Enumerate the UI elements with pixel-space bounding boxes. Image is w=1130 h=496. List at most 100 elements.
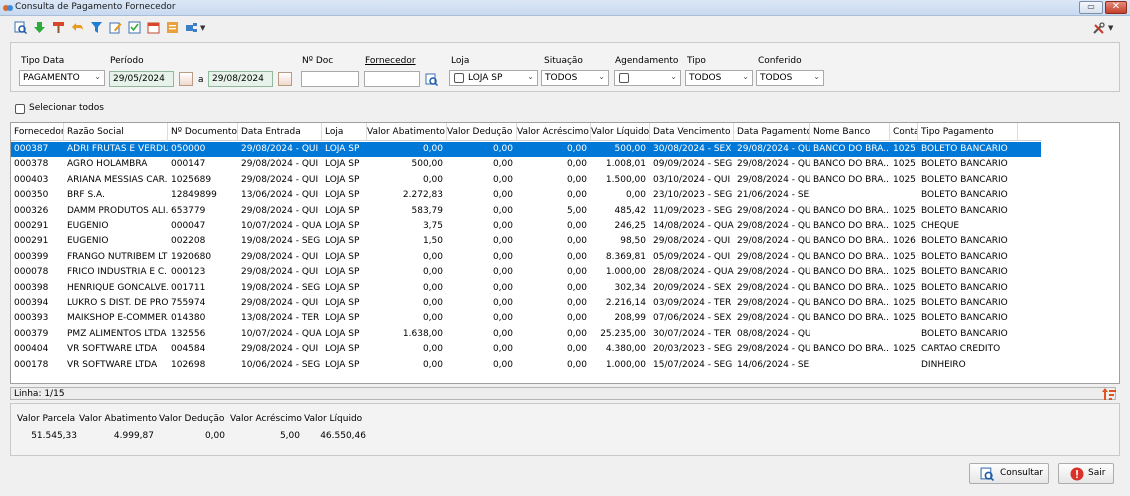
- select-all-checkbox[interactable]: [15, 104, 25, 114]
- column-header-valor-acrescimo[interactable]: Valor Acréscimo: [517, 123, 591, 141]
- payments-table[interactable]: Fornecedor Razão Social Nº Documento Data E…: [10, 122, 1120, 384]
- cell-fornecedor: 000178: [14, 359, 49, 370]
- search-icon[interactable]: [14, 21, 27, 34]
- cell-valor-abatimento: 0,00: [422, 282, 443, 293]
- table-row[interactable]: 000399 FRANGO NUTRIBEM LTDA1920680 29/08/2…: [11, 250, 1041, 265]
- table-row[interactable]: 000387 ADRI FRUTAS E VERDU... 050000 29/08/…: [11, 142, 1041, 157]
- cell-num-documento: 102698: [171, 359, 206, 370]
- table-row[interactable]: 000404 VR SOFTWARE LTDA 004584 29/08/2024 -…: [11, 342, 1041, 357]
- cell-data-vencimento: 03/09/2024 - TER: [653, 298, 732, 308]
- column-header-tipo-pagamento[interactable]: Tipo Pagamento: [918, 123, 1018, 141]
- table-row[interactable]: 000403 ARIANA MESSIAS CAR... 1025689 29/08/…: [11, 173, 1041, 188]
- calendar-icon[interactable]: [278, 72, 292, 86]
- checklist-icon[interactable]: [128, 21, 141, 34]
- cell-data-entrada: 29/08/2024 - QUI: [241, 144, 319, 154]
- search-icon[interactable]: [425, 73, 438, 86]
- agendamento-checkbox[interactable]: [619, 73, 629, 83]
- download-icon[interactable]: [33, 21, 46, 34]
- cell-data-vencimento: 03/10/2024 - QUI: [653, 174, 731, 185]
- situacao-select[interactable]: TODOS ⌄: [541, 70, 609, 86]
- plugin-icon[interactable]: [185, 21, 198, 34]
- table-row[interactable]: 000379 PMZ ALIMENTOS LTDA 132556 10/07/2024…: [11, 327, 1041, 342]
- column-header-loja[interactable]: Loja: [322, 123, 367, 141]
- cell-data-vencimento: 15/07/2024 - SEG: [653, 359, 733, 370]
- table-row[interactable]: 000378 AGRO HOLAMBRA 000147 29/08/2024 - QU…: [11, 157, 1041, 172]
- filter-icon[interactable]: [90, 21, 103, 34]
- column-header-data-vencimento[interactable]: Data Vencimento: [650, 123, 734, 141]
- column-header-valor-abatimento[interactable]: Valor Abatimento: [367, 123, 447, 141]
- tipo-data-select[interactable]: PAGAMENTO ⌄: [19, 70, 105, 86]
- loja-select[interactable]: LOJA SP ⌄: [449, 70, 538, 86]
- chevron-down-icon[interactable]: ▼: [1108, 24, 1113, 32]
- sort-icon[interactable]: [1102, 387, 1116, 401]
- table-row[interactable]: 000393 MAIKSHOP E-COMMER... 014380 13/08/20…: [11, 311, 1041, 326]
- table-row[interactable]: 000394 LUKRO S DIST. DE PRO... 755974 29/08…: [11, 296, 1041, 311]
- table-row[interactable]: 000291 EUGENIO 002208 19/08/2024 - SEG LOJA …: [11, 234, 1041, 249]
- title-bar: Consulta de Pagamento Fornecedor ▭ ✕: [0, 0, 1130, 16]
- agendamento-label: Agendamento: [615, 56, 679, 66]
- cell-valor-acrescimo: 0,00: [566, 221, 587, 231]
- cell-num-documento: 014380: [171, 313, 206, 324]
- column-header-data-entrada[interactable]: Data Entrada: [238, 123, 322, 141]
- table-row[interactable]: 000398 HENRIQUE GONCALVE... 001711 19/08/20…: [11, 281, 1041, 296]
- tools-icon[interactable]: [1092, 22, 1105, 35]
- agendamento-select[interactable]: ⌄: [614, 70, 681, 86]
- column-header-valor-liquido[interactable]: Valor Líquido: [591, 123, 650, 141]
- cell-razao-social: EUGENIO: [67, 236, 109, 247]
- cell-nome-banco: BANCO DO BRA...: [813, 236, 890, 247]
- undo-icon[interactable]: [71, 21, 84, 34]
- cell-num-documento: 004584: [171, 344, 206, 355]
- column-header-nome-banco[interactable]: Nome Banco: [810, 123, 890, 141]
- chevron-down-icon[interactable]: ▼: [200, 24, 205, 32]
- table-row[interactable]: 000291 EUGENIO 000047 10/07/2024 - QUA LOJA …: [11, 219, 1041, 234]
- cell-nome-banco: BANCO DO BRA...: [813, 221, 890, 231]
- cell-loja: LOJA SP: [325, 205, 360, 216]
- column-header-num-documento[interactable]: Nº Documento: [168, 123, 238, 141]
- num-doc-input[interactable]: [301, 71, 359, 87]
- cell-fornecedor: 000379: [14, 328, 49, 339]
- report-icon[interactable]: [166, 21, 179, 34]
- loja-checkbox[interactable]: [454, 73, 464, 83]
- cell-conta: [890, 327, 918, 342]
- table-row[interactable]: 000178 VR SOFTWARE LTDA 102698 10/06/2024 -…: [11, 358, 1041, 373]
- column-header-valor-deducao[interactable]: Valor Dedução: [447, 123, 517, 141]
- cell-data-vencimento: 29/08/2024 - QUI: [653, 236, 731, 247]
- edit-icon[interactable]: [109, 21, 122, 34]
- table-row[interactable]: 000350 BRF S.A. 12849899 13/06/2024 - QUI LO…: [11, 188, 1041, 203]
- cell-data-entrada: 10/06/2024 - SEG: [241, 359, 321, 370]
- column-header-razao-social[interactable]: Razão Social: [64, 123, 168, 141]
- restore-button[interactable]: ▭: [1079, 1, 1103, 14]
- periodo-to-field[interactable]: 29/08/2024: [208, 71, 273, 87]
- num-doc-label: Nº Doc: [302, 56, 334, 66]
- sair-button[interactable]: Sair: [1058, 463, 1114, 484]
- total-value: 46.550,46: [320, 431, 366, 441]
- column-header-conta[interactable]: Conta: [890, 123, 918, 141]
- column-header-data-pagamento[interactable]: Data Pagamento: [734, 123, 810, 141]
- consultar-button[interactable]: Consultar: [969, 463, 1049, 484]
- periodo-separator: a: [198, 75, 204, 85]
- cell-tipo-pagamento: BOLETO BANCARIO: [921, 236, 1008, 247]
- paint-icon[interactable]: [52, 21, 65, 34]
- cell-nome-banco: [810, 188, 890, 203]
- cell-valor-abatimento: 0,00: [422, 359, 443, 370]
- table-row[interactable]: 000078 FRICO INDUSTRIA E C... 000123 29/08/…: [11, 265, 1041, 280]
- calendar-icon[interactable]: [179, 72, 193, 86]
- cell-tipo-pagamento: CARTAO CREDITO: [921, 344, 1001, 355]
- cell-fornecedor: 000291: [14, 236, 49, 247]
- cell-conta: 1025: [893, 205, 916, 216]
- conferido-select[interactable]: TODOS ⌄: [756, 70, 824, 86]
- periodo-from-field[interactable]: 29/05/2024: [109, 71, 174, 87]
- calendar-icon[interactable]: [147, 21, 160, 34]
- cell-nome-banco: BANCO DO BRA...: [813, 298, 890, 308]
- cell-data-entrada: 29/08/2024 - QUI: [241, 174, 319, 185]
- column-header-fornecedor[interactable]: Fornecedor: [11, 123, 64, 141]
- cell-valor-deducao: 0,00: [492, 344, 513, 355]
- close-button[interactable]: ✕: [1105, 1, 1127, 14]
- total-value: 5,00: [279, 431, 300, 441]
- cell-valor-liquido: 2.216,14: [605, 298, 646, 308]
- fornecedor-input[interactable]: [364, 71, 420, 87]
- cell-valor-acrescimo: 0,00: [566, 174, 587, 185]
- tipo-select[interactable]: TODOS ⌄: [685, 70, 753, 86]
- table-row[interactable]: 000326 DAMM PRODUTOS ALI... 653779 29/08/20…: [11, 204, 1041, 219]
- fornecedor-label[interactable]: Fornecedor: [365, 56, 416, 66]
